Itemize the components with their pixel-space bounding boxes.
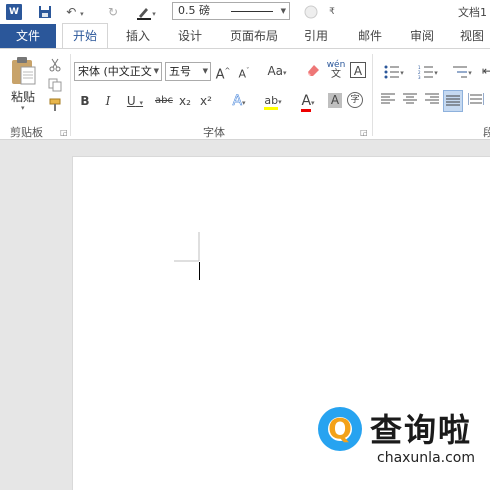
distributed-icon xyxy=(467,93,485,105)
font-group-label: 字体 xyxy=(203,126,225,139)
undo-icon[interactable]: ↶ ▾ xyxy=(64,3,86,21)
align-right-button[interactable] xyxy=(424,92,440,110)
svg-text:3: 3 xyxy=(418,75,421,79)
customize-qat-icon[interactable]: ₹ xyxy=(326,3,338,21)
grow-font-button[interactable]: A^ xyxy=(215,62,231,83)
decrease-indent-icon[interactable]: ⇤ xyxy=(482,62,490,80)
change-case-button[interactable]: Aa▾ xyxy=(262,62,292,80)
tab-home[interactable]: 开始 xyxy=(62,23,108,48)
group-divider xyxy=(372,54,373,136)
align-center-button[interactable] xyxy=(402,92,418,110)
clipboard-icon xyxy=(12,57,36,85)
chevron-down-icon: ▾ xyxy=(21,104,25,112)
italic-button[interactable]: I xyxy=(102,92,114,110)
clipboard-launcher-icon[interactable]: ◲ xyxy=(60,128,68,137)
pen-color-icon[interactable]: ▾ xyxy=(132,3,160,21)
bold-button[interactable]: B xyxy=(78,92,92,110)
text-effects-icon: A xyxy=(232,93,243,110)
multilevel-list-button[interactable]: ▾ xyxy=(448,62,476,80)
clipboard-group-label: 剪贴板 xyxy=(10,126,43,139)
tab-file[interactable]: 文件 xyxy=(0,24,56,48)
line-weight-dropdown[interactable]: 0.5 磅 ▼ xyxy=(172,2,290,20)
grow-font-icon: A xyxy=(215,67,225,83)
tab-review[interactable]: 审阅 xyxy=(402,24,442,48)
save-icon[interactable] xyxy=(36,3,54,21)
subscript-button[interactable]: x₂ xyxy=(177,92,193,110)
enclose-char-button[interactable]: 字 xyxy=(347,92,363,108)
shrink-font-button[interactable]: Aˇ xyxy=(236,62,252,81)
margin-corner-mark xyxy=(174,232,200,262)
underline-icon: U xyxy=(126,94,136,108)
justify-icon xyxy=(446,95,460,106)
paragraph-group-label: 段 xyxy=(483,126,490,139)
font-color-icon: A xyxy=(301,93,312,112)
font-launcher-icon[interactable]: ◲ xyxy=(360,128,368,137)
highlight-color-button[interactable]: ab▾ xyxy=(258,92,288,110)
word-app-icon[interactable]: W xyxy=(6,4,22,20)
watermark-logo-icon: Q xyxy=(318,407,362,451)
eraser-icon xyxy=(308,65,319,76)
justify-button[interactable] xyxy=(443,90,463,112)
shrink-font-icon: A xyxy=(238,67,247,81)
chevron-down-icon: ▼ xyxy=(153,67,159,75)
paste-label: 粘贴 xyxy=(11,90,36,104)
char-border-button[interactable]: A xyxy=(350,62,366,78)
tab-view[interactable]: 视图 xyxy=(452,24,490,48)
cut-icon[interactable] xyxy=(48,58,64,72)
char-border-icon: A xyxy=(353,64,363,78)
clear-formatting-button[interactable] xyxy=(304,62,322,80)
phonetic-guide-button[interactable]: wén 文 xyxy=(326,60,346,80)
change-case-icon: Aa xyxy=(267,64,284,78)
chevron-down-icon: ▼ xyxy=(280,7,286,15)
strikethrough-button[interactable]: abc xyxy=(154,92,174,110)
chevron-down-icon: ▼ xyxy=(202,67,208,75)
numbering-icon: 123 xyxy=(418,65,434,80)
font-name-combo[interactable]: 宋体 (中文正文 ▼ xyxy=(74,62,162,81)
watermark-url: chaxunla.com xyxy=(377,450,475,466)
align-center-icon xyxy=(403,93,417,104)
align-right-icon xyxy=(425,93,439,104)
tab-references[interactable]: 引用 xyxy=(296,24,336,48)
redo-icon[interactable]: ↻ xyxy=(104,3,122,21)
distributed-button[interactable] xyxy=(467,92,485,110)
line-weight-sample xyxy=(231,11,273,12)
watermark-brand: 查询啦 xyxy=(370,411,473,449)
numbering-button[interactable]: 1 2 3 ▾ xyxy=(414,62,442,80)
paste-button[interactable]: 粘贴 ▾ xyxy=(8,56,42,112)
copy-icon[interactable] xyxy=(48,78,64,92)
font-size-value: 五号 xyxy=(169,65,191,78)
group-divider xyxy=(70,54,71,136)
document-title: 文档1 xyxy=(458,6,487,19)
format-painter-icon[interactable] xyxy=(48,98,64,112)
tab-insert[interactable]: 插入 xyxy=(118,24,158,48)
align-left-icon xyxy=(381,93,395,104)
bullets-icon xyxy=(384,65,400,78)
text-effects-button[interactable]: A▾ xyxy=(226,92,252,110)
multilevel-list-icon xyxy=(453,66,468,77)
bullets-button[interactable]: ▾ xyxy=(380,62,408,80)
tab-mailings[interactable]: 邮件 xyxy=(350,24,390,48)
font-size-combo[interactable]: 五号 ▼ xyxy=(165,62,211,81)
highlight-icon: ab xyxy=(264,94,279,110)
circle-icon[interactable] xyxy=(302,3,320,21)
superscript-button[interactable]: x² xyxy=(198,92,214,110)
tab-design[interactable]: 设计 xyxy=(170,24,210,48)
line-weight-value: 0.5 磅 xyxy=(178,4,210,17)
tab-page-layout[interactable]: 页面布局 xyxy=(222,24,286,48)
underline-button[interactable]: U ▾ xyxy=(122,92,148,110)
text-cursor xyxy=(199,262,200,280)
font-color-button[interactable]: A▾ xyxy=(293,92,323,112)
align-left-button[interactable] xyxy=(380,92,396,110)
font-name-value: 宋体 (中文正文 xyxy=(78,65,152,78)
char-shading-button[interactable]: A xyxy=(328,93,342,108)
